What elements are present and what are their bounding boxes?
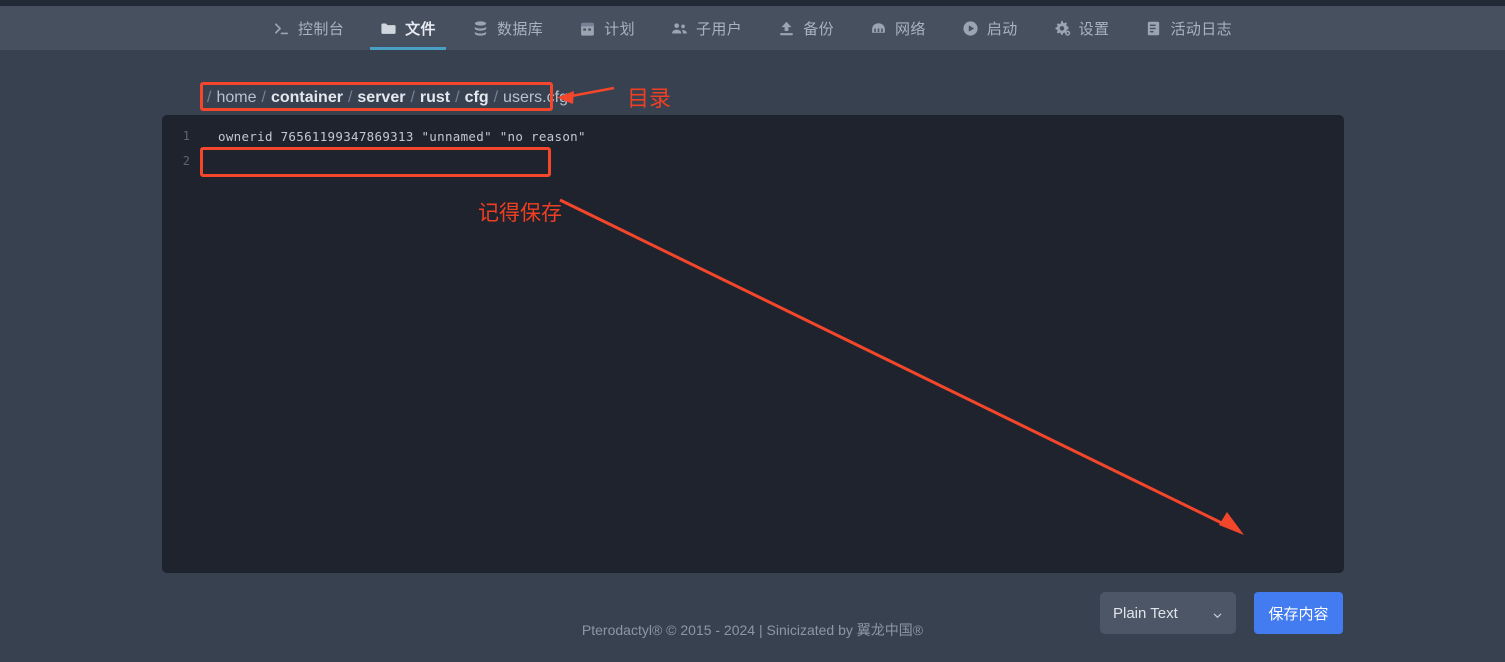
line-content[interactable]: ownerid 76561199347869313 "unnamed" "no … [200,124,1344,149]
nav-label-startup: 启动 [986,20,1018,38]
network-icon [870,20,887,37]
nav-label-settings: 设置 [1078,20,1110,38]
editor-line: 1 ownerid 76561199347869313 "unnamed" "n… [162,124,1344,149]
line-number: 2 [182,154,190,168]
page-root: 控制台 文件 数据库 计划 子用户 备份 网络 启动 设置 活动日志 / hom… [0,0,1505,662]
breadcrumb-separator: / [410,89,415,106]
breadcrumb-separator: / [493,89,499,106]
sidebar-item-startup[interactable]: 启动 [944,6,1036,50]
nav-label-files: 文件 [405,20,436,38]
editor-line: 2 [162,149,1344,174]
footer-text: Pterodactyl® © 2015 - 2024 | Sinicizated… [581,622,924,638]
breadcrumb-segment-container[interactable]: container [271,89,343,107]
sidebar-item-files[interactable]: 文件 [362,6,454,50]
gear-icon [1054,20,1071,37]
breadcrumb-segment-home[interactable]: home [216,89,256,107]
chevron-down-icon [1212,608,1223,619]
main-content: / home / container / server / rust / cfg… [0,50,1505,662]
nav-label-activity: 活动日志 [1170,20,1233,38]
breadcrumb-segment-server[interactable]: server [357,89,405,107]
breadcrumb-separator: / [347,89,353,106]
sidebar-item-databases[interactable]: 数据库 [454,6,561,50]
nav-label-subusers: 子用户 [695,20,743,38]
main-navigation: 控制台 文件 数据库 计划 子用户 备份 网络 启动 设置 活动日志 [0,6,1505,50]
nav-label-console: 控制台 [297,20,345,38]
database-icon [472,20,489,37]
language-select-value: Plain Text [1113,604,1178,622]
breadcrumb-separator: / [455,89,460,106]
folder-icon [380,20,397,37]
breadcrumb-separator: / [261,89,266,106]
play-icon [962,20,979,37]
terminal-icon [273,20,290,37]
sidebar-item-activity[interactable]: 活动日志 [1127,6,1250,50]
file-editor[interactable]: 1 ownerid 76561199347869313 "unnamed" "n… [162,115,1344,573]
nav-label-databases: 数据库 [496,20,544,38]
sidebar-item-subusers[interactable]: 子用户 [653,6,760,50]
sidebar-item-schedules[interactable]: 计划 [561,6,653,50]
breadcrumb-segment-file: users.cfg [503,89,568,106]
breadcrumb-segment-rust[interactable]: rust [420,89,450,107]
editor-code-area[interactable]: 1 ownerid 76561199347869313 "unnamed" "n… [162,115,1344,174]
breadcrumb-list: / home / container / server / rust / cfg… [202,84,568,112]
calendar-icon [579,20,596,37]
upload-icon [778,20,795,37]
line-number: 1 [182,129,190,143]
breadcrumb: / home / container / server / rust / cfg… [202,84,568,112]
breadcrumb-segment-cfg[interactable]: cfg [465,89,489,107]
sidebar-item-backups[interactable]: 备份 [760,6,852,50]
footer: Pterodactyl® © 2015 - 2024 | Sinicizated… [0,620,1505,640]
nav-label-network: 网络 [895,20,926,38]
sidebar-item-network[interactable]: 网络 [852,6,944,50]
nav-label-backups: 备份 [803,20,834,38]
sidebar-item-settings[interactable]: 设置 [1036,6,1128,50]
breadcrumb-root: / [207,89,212,106]
log-icon [1145,20,1162,37]
nav-label-schedules: 计划 [604,20,635,38]
users-icon [671,20,688,37]
sidebar-item-console[interactable]: 控制台 [255,6,362,50]
